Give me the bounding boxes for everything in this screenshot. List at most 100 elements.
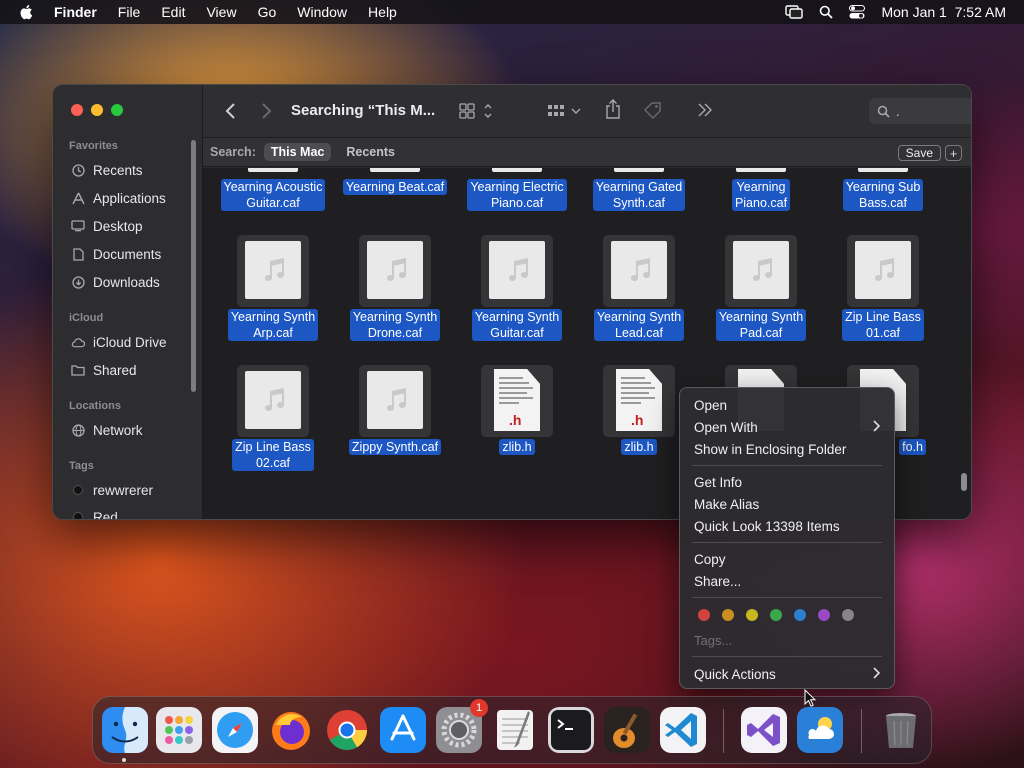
menu-item-label: Share... — [694, 573, 742, 589]
safari-icon[interactable] — [212, 707, 258, 753]
sidebar-item-recents[interactable]: Recents — [71, 160, 143, 180]
audio-file-icon — [847, 235, 919, 307]
audio-file-icon — [725, 235, 797, 307]
tag-color-gray[interactable] — [842, 609, 854, 621]
terminal-icon[interactable] — [548, 707, 594, 753]
tag-color-blue[interactable] — [794, 609, 806, 621]
file-name-label: Zippy Synth.caf — [348, 439, 442, 455]
menu-item-label: Quick Look 13398 Items — [694, 518, 840, 534]
search-input[interactable]: . — [896, 104, 900, 119]
menu-item-quick-actions[interactable]: Quick Actions — [694, 664, 882, 684]
icon-view-toggle[interactable] — [459, 102, 495, 120]
menu-app-finder[interactable]: Finder — [54, 4, 97, 20]
menu-item-get-info[interactable]: Get Info — [694, 472, 882, 492]
sidebar-item-applications[interactable]: Applications — [71, 188, 166, 208]
trash-icon[interactable] — [878, 707, 924, 753]
sidebar-scrollbar[interactable] — [191, 140, 196, 392]
tag-color-picker — [698, 609, 854, 621]
search-scope-bar: Search: This Mac Recents Save + — [203, 137, 971, 167]
file-name-label: Yearning Sub Bass.caf — [842, 179, 924, 211]
menu-edit[interactable]: Edit — [161, 4, 185, 20]
tag-color-purple[interactable] — [818, 609, 830, 621]
sidebar-item-label: Network — [93, 422, 143, 438]
content-scrollbar[interactable] — [961, 473, 967, 491]
sidebar-item-documents[interactable]: Documents — [71, 244, 161, 264]
tag-dot-icon — [71, 510, 85, 519]
group-by-button[interactable] — [547, 102, 583, 120]
sidebar-item-downloads[interactable]: Downloads — [71, 272, 160, 292]
sidebar-item-tag-rewwrerer[interactable]: rewwrerer — [71, 480, 153, 500]
spotlight-search-icon[interactable] — [819, 5, 834, 19]
sidebar-item-desktop[interactable]: Desktop — [71, 216, 143, 236]
file-name-label: Yearning Electric Piano.caf — [467, 179, 567, 211]
chrome-icon[interactable] — [324, 707, 370, 753]
apple-menu-icon[interactable] — [18, 3, 36, 21]
menu-file[interactable]: File — [118, 4, 141, 20]
tag-color-green[interactable] — [770, 609, 782, 621]
header-extension-label: .h — [631, 412, 644, 428]
sidebar-item-icloud-drive[interactable]: iCloud Drive — [71, 332, 167, 352]
textedit-icon[interactable] — [492, 707, 538, 753]
dock-divider — [723, 709, 724, 753]
sidebar-item-label: Shared — [93, 362, 137, 378]
weather-icon[interactable] — [797, 707, 843, 753]
file-name-label: Yearning Synth Pad.caf — [715, 309, 807, 341]
menu-help[interactable]: Help — [368, 4, 397, 20]
firefox-icon[interactable] — [268, 707, 314, 753]
screen-mirroring-icon[interactable] — [785, 5, 804, 19]
file-name-label: Yearning Synth Arp.caf — [227, 309, 319, 341]
menu-go[interactable]: Go — [258, 4, 277, 20]
sidebar-section-favorites: Favorites — [69, 140, 118, 152]
back-button[interactable] — [225, 102, 237, 120]
menu-item-show-in-enclosing-folder[interactable]: Show in Enclosing Folder — [694, 439, 882, 459]
zoom-window-button[interactable] — [111, 104, 123, 116]
search-field[interactable]: . ✕ — [869, 98, 971, 124]
file-name-label: Zip Line Bass 01.caf — [842, 309, 924, 341]
menu-item-quick-look[interactable]: Quick Look 13398 Items — [694, 516, 882, 536]
document-icon — [71, 247, 85, 261]
file-icon-clipped — [248, 168, 298, 172]
menu-item-copy[interactable]: Copy — [694, 549, 882, 569]
menu-item-share[interactable]: Share... — [694, 571, 882, 591]
close-window-button[interactable] — [71, 104, 83, 116]
menu-view[interactable]: View — [206, 4, 236, 20]
finder-icon[interactable] — [102, 707, 148, 753]
minimize-window-button[interactable] — [91, 104, 103, 116]
menu-item-tags[interactable]: Tags... — [694, 630, 882, 650]
menu-item-label: Copy — [694, 551, 726, 567]
app-store-icon[interactable] — [380, 707, 426, 753]
sidebar-item-label: Desktop — [93, 218, 143, 234]
sidebar-item-shared[interactable]: Shared — [71, 360, 137, 380]
menu-item-open[interactable]: Open — [694, 395, 882, 415]
menu-item-make-alias[interactable]: Make Alias — [694, 494, 882, 514]
scope-this-mac[interactable]: This Mac — [263, 143, 332, 161]
vscode-icon[interactable] — [660, 707, 706, 753]
menu-item-open-with[interactable]: Open With — [694, 417, 882, 437]
sidebar-item-label: rewwrerer — [93, 482, 154, 498]
tag-color-orange[interactable] — [722, 609, 734, 621]
scope-recents[interactable]: Recents — [339, 143, 402, 161]
menu-bar: Finder File Edit View Go Window Help Mon… — [0, 0, 1024, 24]
forward-button[interactable] — [260, 102, 272, 120]
sidebar-item-network[interactable]: Network — [71, 420, 143, 440]
more-toolbar-items-icon[interactable] — [697, 103, 713, 117]
cloud-icon — [71, 335, 85, 349]
menu-bar-clock[interactable]: Mon Jan 1 7:52 AM — [881, 4, 1006, 20]
visual-studio-icon[interactable] — [741, 707, 787, 753]
tag-color-red[interactable] — [698, 609, 710, 621]
launchpad-icon[interactable] — [156, 707, 202, 753]
menu-window[interactable]: Window — [297, 4, 347, 20]
tag-color-yellow[interactable] — [746, 609, 758, 621]
file-name-label: Zip Line Bass 02.caf — [232, 439, 314, 471]
sidebar-item-tag-red[interactable]: Red — [71, 507, 118, 519]
menu-item-label: Show in Enclosing Folder — [694, 441, 847, 457]
share-icon[interactable] — [605, 99, 621, 119]
tag-icon[interactable] — [643, 101, 663, 119]
window-title: Searching “This M... — [291, 102, 436, 119]
save-search-button[interactable]: Save — [897, 145, 941, 161]
audio-file-icon — [603, 235, 675, 307]
garageband-icon[interactable] — [604, 707, 650, 753]
file-name-label: Yearning Synth Drone.caf — [349, 309, 441, 341]
add-criteria-button[interactable]: + — [945, 145, 962, 161]
control-center-icon[interactable] — [849, 5, 866, 19]
